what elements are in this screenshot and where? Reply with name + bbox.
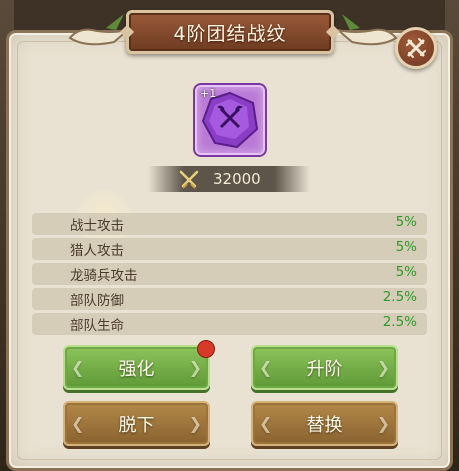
chevron-left-icon: ❮ <box>259 358 273 377</box>
attribute-name: 龙骑兵攻击 <box>70 268 138 284</box>
chevron-left-icon: ❮ <box>71 414 85 433</box>
attribute-value: 2.5% <box>382 314 417 330</box>
chevron-right-icon: ❯ <box>188 358 202 377</box>
attribute-row: 战士攻击 5% <box>32 213 427 235</box>
advance-button[interactable]: ❮ 升阶 ❯ <box>251 345 398 390</box>
attribute-name: 猎人攻击 <box>70 243 124 259</box>
attribute-row: 猎人攻击 5% <box>32 238 427 260</box>
chevron-right-icon: ❯ <box>376 414 390 433</box>
attribute-name: 战士攻击 <box>70 218 124 234</box>
power-value: 32000 <box>213 170 261 188</box>
replace-button[interactable]: ❮ 替换 ❯ <box>251 401 398 446</box>
item-level-badge: +1 <box>200 87 217 100</box>
advance-button-label: 升阶 <box>306 358 343 380</box>
attribute-row: 部队生命 2.5% <box>32 313 427 335</box>
attribute-row: 部队防御 2.5% <box>32 288 427 310</box>
chevron-right-icon: ❯ <box>188 414 202 433</box>
replace-button-label: 替换 <box>306 414 343 436</box>
attribute-value: 5% <box>395 264 417 280</box>
close-icon <box>406 38 426 58</box>
horn-right-icon <box>337 14 398 46</box>
enhance-button-label: 强化 <box>118 358 155 380</box>
enhance-button[interactable]: ❮ 强化 ❯ <box>63 345 210 390</box>
attribute-name: 部队防御 <box>70 293 124 309</box>
close-button[interactable] <box>395 27 437 69</box>
attribute-name: 部队生命 <box>70 318 124 334</box>
chevron-left-icon: ❮ <box>259 414 273 433</box>
chevron-right-icon: ❯ <box>376 358 390 377</box>
remove-button-label: 脱下 <box>118 414 155 436</box>
attribute-value: 5% <box>395 239 417 255</box>
chevron-left-icon: ❮ <box>71 358 85 377</box>
crossed-swords-icon <box>179 170 199 189</box>
remove-button[interactable]: ❮ 脱下 ❯ <box>63 401 210 446</box>
attribute-row: 龙骑兵攻击 5% <box>32 263 427 285</box>
title-plate: 4阶团结战纹 <box>126 10 334 54</box>
attribute-value: 2.5% <box>382 289 417 305</box>
attribute-value: 5% <box>395 214 417 230</box>
dialog-title: 4阶团结战纹 <box>173 22 287 45</box>
notification-dot <box>198 341 214 357</box>
